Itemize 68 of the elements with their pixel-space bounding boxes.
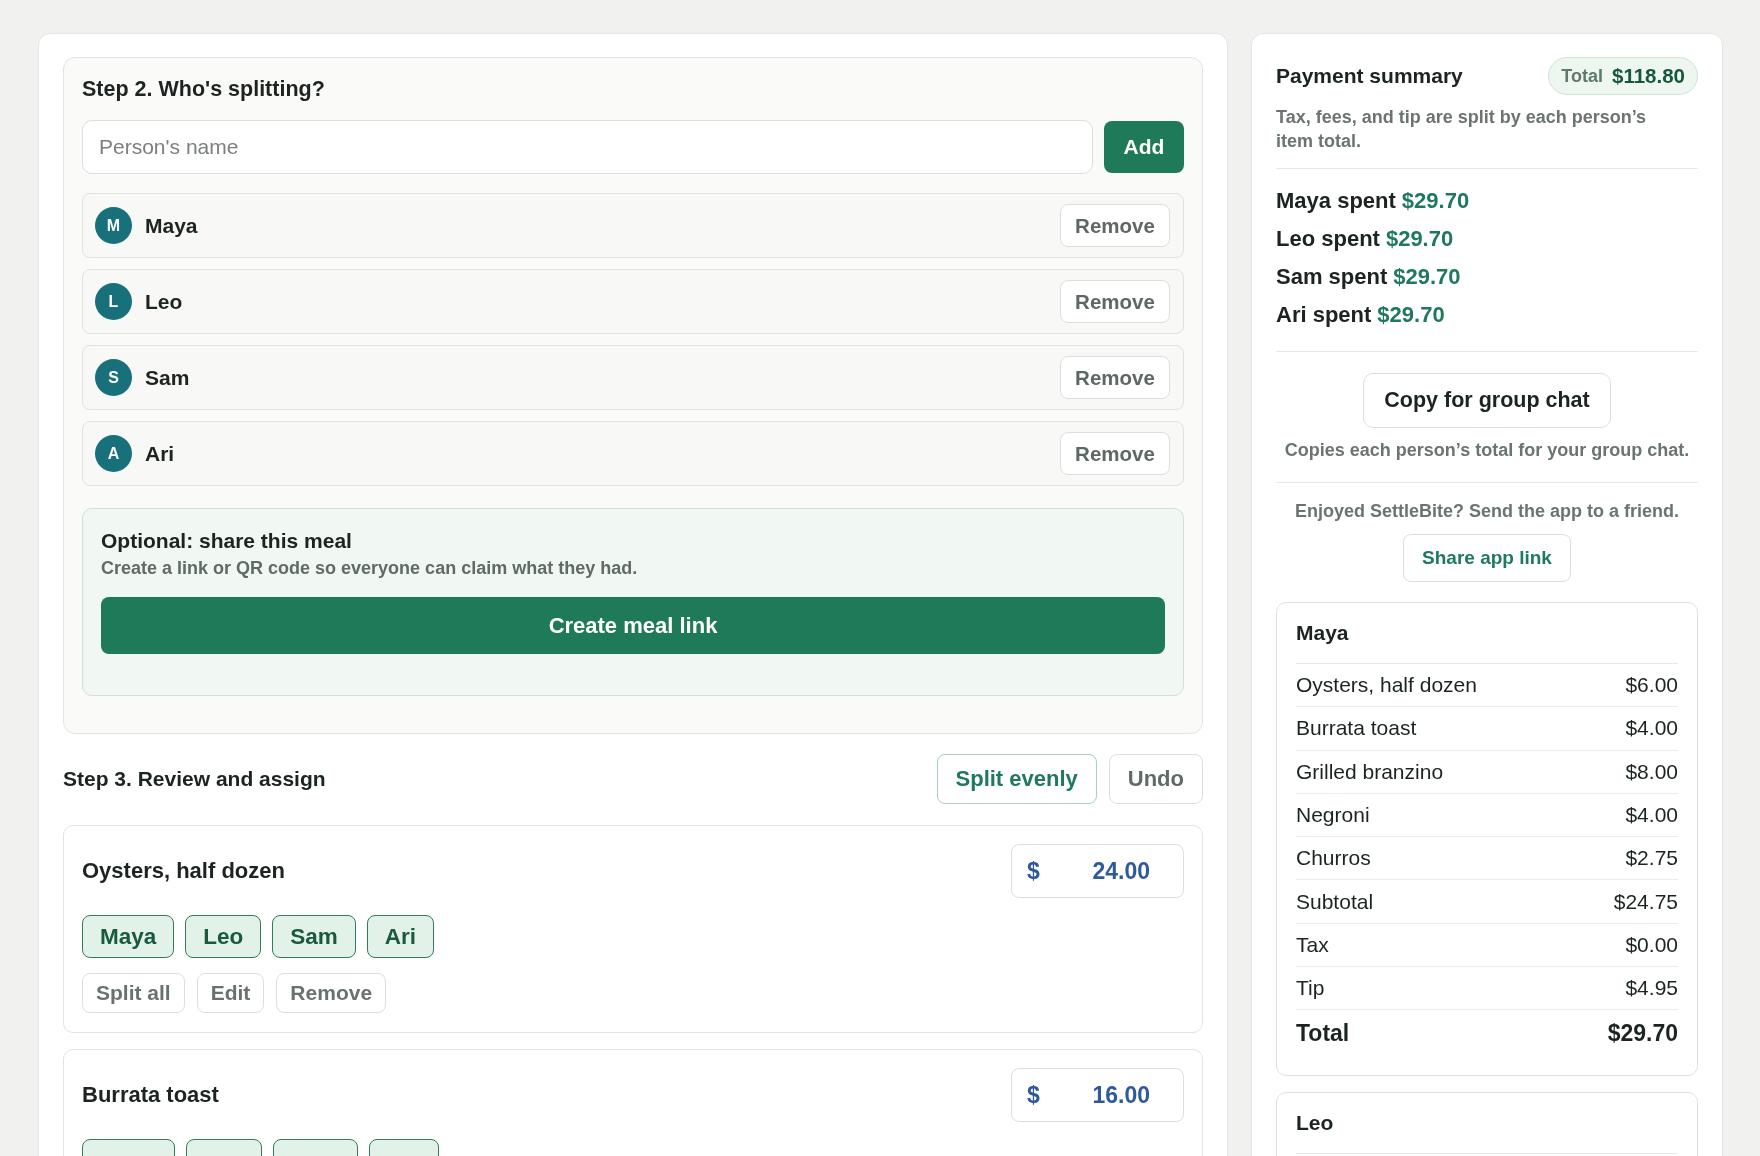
breakdown-label: Burrata toast xyxy=(1296,716,1417,741)
step-title: Step 3. Review and assign xyxy=(63,767,326,791)
remove-button[interactable]: Remove xyxy=(1060,204,1170,247)
breakdown-amount: $4.00 xyxy=(1625,716,1678,741)
breakdown-label: Subtotal xyxy=(1296,889,1374,914)
breakdown-label: Grilled branzino xyxy=(1296,759,1444,784)
person-name: Ari xyxy=(145,441,175,466)
breakdown-name: Leo xyxy=(1296,1111,1334,1135)
item-name: Oysters, half dozen xyxy=(82,858,285,884)
spent-amount: $29.70 xyxy=(1393,265,1461,289)
name-input[interactable]: Person's name xyxy=(82,120,1093,174)
remove-button[interactable]: Remove xyxy=(1060,432,1170,475)
share-note: Enjoyed SettleBite? Send the app to a friend. xyxy=(1294,501,1679,521)
spent-label: Sam spent xyxy=(1276,265,1388,289)
person-avatar: S xyxy=(95,359,132,396)
breakdown-amount: $2.75 xyxy=(1625,846,1678,871)
breakdown-amount: $4.00 xyxy=(1625,803,1678,828)
remove-button[interactable]: Remove xyxy=(1060,280,1170,323)
add-button[interactable]: Add xyxy=(1104,121,1184,173)
item-action-button[interactable]: Remove xyxy=(276,973,387,1013)
breakdown-amount: $4.95 xyxy=(1625,976,1678,1001)
breakdown-amount: $8.00 xyxy=(1625,759,1678,784)
price-field[interactable]: $ 24.00 xyxy=(1011,844,1184,898)
spent-label: Ari spent xyxy=(1276,303,1372,327)
share-app-button[interactable]: Share app link xyxy=(1403,534,1571,582)
spent-label: Maya spent xyxy=(1276,189,1396,213)
breakdown-amount: $0.00 xyxy=(1625,932,1678,957)
create-link-button[interactable]: Create meal link xyxy=(101,597,1165,654)
breakdown-label: Tip xyxy=(1296,976,1325,1001)
breakdown-amount: $29.70 xyxy=(1607,1019,1678,1047)
item-action-button[interactable]: Split all xyxy=(82,973,185,1013)
header-button[interactable]: Undo xyxy=(1108,754,1203,804)
person-avatar: L xyxy=(95,283,132,320)
share-title: Optional: share this meal xyxy=(101,529,352,553)
remove-button[interactable]: Remove xyxy=(1060,356,1170,399)
person-name: Maya xyxy=(145,213,198,238)
breakdown-amount: $6.00 xyxy=(1625,673,1678,698)
total-label: Total xyxy=(1561,65,1603,87)
spent-amount: $29.70 xyxy=(1377,303,1445,327)
breakdown-label: Negroni xyxy=(1296,803,1370,828)
copy-button[interactable]: Copy for group chat xyxy=(1363,373,1611,428)
item-action-button[interactable]: Edit xyxy=(196,973,265,1013)
person-chip[interactable]: Maya xyxy=(82,915,175,958)
breakdown-label: Tax xyxy=(1296,932,1329,957)
breakdown-label: Total xyxy=(1296,1019,1350,1047)
share-description: Create a link or QR code so everyone can claim what they had. xyxy=(101,557,638,579)
summary-title: Payment summary xyxy=(1276,64,1463,88)
item-name: Burrata toast xyxy=(82,1082,219,1108)
copy-note: Copies each person’s total for your group chat. xyxy=(1284,440,1690,460)
person-chip[interactable]: Ari xyxy=(366,915,435,958)
total-amount: $118.80 xyxy=(1612,64,1685,88)
breakdown-label: Churros xyxy=(1296,846,1371,871)
spent-amount: $29.70 xyxy=(1385,227,1454,251)
person-avatar: M xyxy=(95,207,132,244)
person-chip[interactable]: Leo xyxy=(185,915,262,958)
person-chip[interactable]: Sam xyxy=(272,915,356,958)
price-field[interactable]: $ 16.00 xyxy=(1011,1068,1184,1122)
person-avatar: A xyxy=(95,435,132,472)
person-name: Leo xyxy=(145,289,183,314)
spent-amount: $29.70 xyxy=(1401,189,1470,213)
person-name: Sam xyxy=(145,365,190,390)
breakdown-amount: $24.75 xyxy=(1613,889,1678,914)
breakdown-label: Oysters, half dozen xyxy=(1296,673,1477,698)
breakdown-name: Maya xyxy=(1296,621,1349,644)
summary-note: Tax, fees, and tip are split by each person’s item total. xyxy=(1276,106,1648,153)
spent-label: Leo spent xyxy=(1276,227,1380,251)
step-title: Step 2. Who's splitting? xyxy=(82,77,325,101)
header-button[interactable]: Split evenly xyxy=(936,754,1097,804)
